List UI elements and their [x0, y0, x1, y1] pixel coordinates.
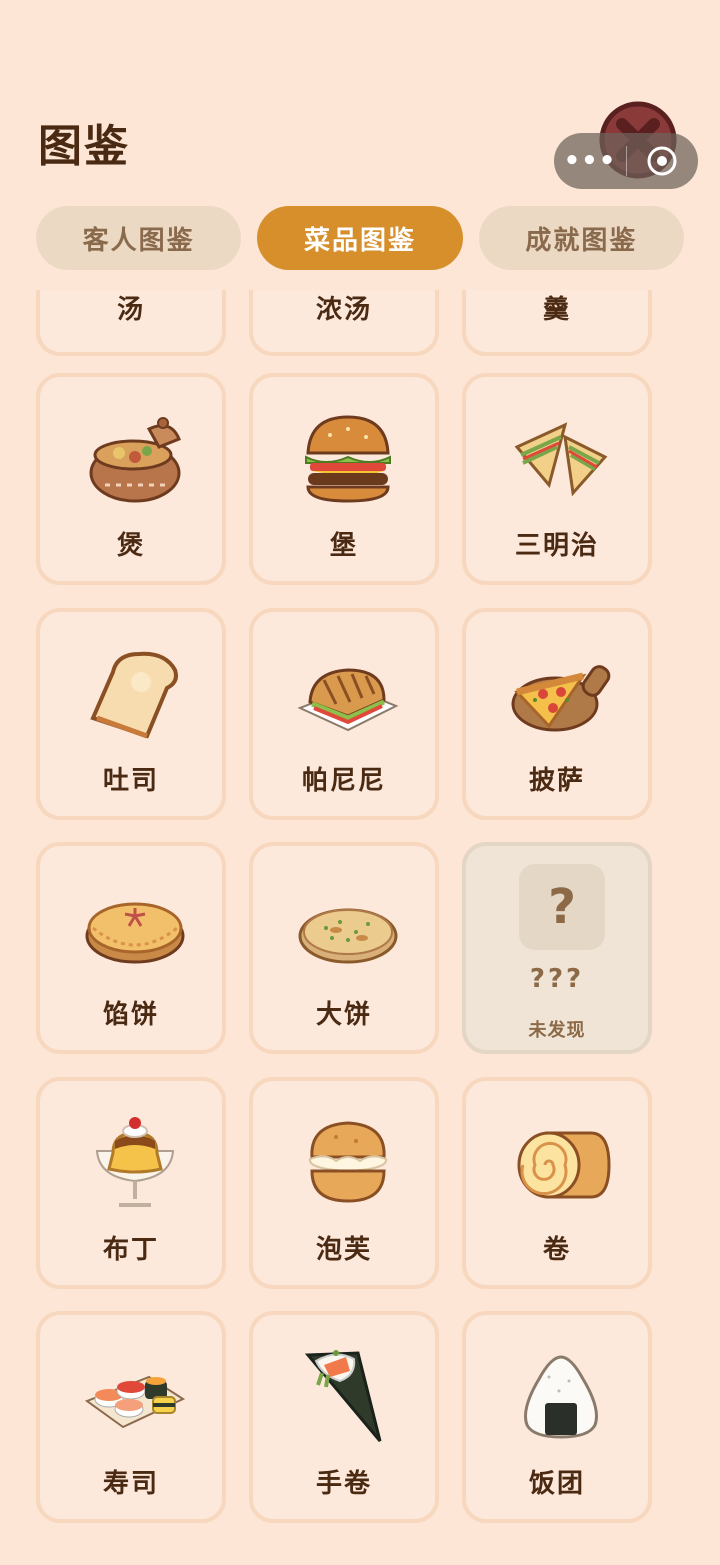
- dish-label: 手卷: [315, 1469, 372, 1499]
- dish-card[interactable]: 手卷: [249, 1311, 439, 1523]
- dish-label: 饭团: [528, 1469, 585, 1499]
- dish-card[interactable]: 煲: [36, 373, 226, 585]
- dish-label: 帕尼尼: [301, 766, 386, 796]
- question-icon: ?: [519, 864, 605, 950]
- dish-card[interactable]: 汤: [36, 290, 226, 356]
- tab-guests[interactable]: 客人图鉴: [36, 206, 242, 270]
- dish-card[interactable]: 馅饼: [36, 842, 226, 1054]
- dish-card[interactable]: 披萨: [462, 608, 652, 820]
- dish-card[interactable]: 三明治: [462, 373, 652, 585]
- dish-card[interactable]: 卷: [462, 1077, 652, 1289]
- clay-pot-icon: [89, 417, 181, 503]
- dish-label: 三明治: [514, 531, 599, 561]
- dish-label: 布丁: [102, 1235, 159, 1265]
- dish-label: 煲: [116, 531, 145, 561]
- dish-grid[interactable]: 汤 浓汤 羹 煲 堡 三明治 吐司 帕尼尼 披萨 馅饼 大饼 ? ??? 未发现…: [0, 290, 720, 1565]
- dish-label: 大饼: [315, 1000, 372, 1030]
- dish-label: 堡: [329, 531, 358, 561]
- dish-card[interactable]: 寿司: [36, 1311, 226, 1523]
- target-icon: [647, 146, 677, 176]
- sandwich-icon: [514, 422, 608, 497]
- category-tabs: 客人图鉴 菜品图鉴 成就图鉴: [36, 206, 684, 270]
- dish-card[interactable]: 羹: [462, 290, 652, 356]
- dish-label: 汤: [116, 295, 145, 325]
- dish-label: 卷: [542, 1235, 571, 1265]
- dish-card[interactable]: 泡芙: [249, 1077, 439, 1289]
- dish-card[interactable]: 大饼: [249, 842, 439, 1054]
- pudding-icon: [95, 1117, 175, 1207]
- tab-dishes[interactable]: 菜品图鉴: [257, 206, 463, 270]
- locked-dish-card[interactable]: ? ??? 未发现: [462, 842, 652, 1054]
- tab-achievements[interactable]: 成就图鉴: [478, 206, 684, 270]
- dish-label: 吐司: [102, 766, 159, 796]
- pizza-icon: [511, 665, 611, 732]
- dish-card[interactable]: 浓汤: [249, 290, 439, 356]
- burger-icon: [305, 415, 391, 503]
- flatbread-icon: [298, 908, 398, 964]
- dish-card[interactable]: 吐司: [36, 608, 226, 820]
- dish-card[interactable]: 帕尼尼: [249, 608, 439, 820]
- cream-puff-icon: [308, 1121, 388, 1203]
- page-title: 图鉴: [38, 121, 130, 172]
- header-bar: 图鉴 ••• 客人图鉴 菜品图鉴 成就图鉴: [0, 0, 720, 290]
- pie-icon: [85, 902, 185, 964]
- dish-card[interactable]: 堡: [249, 373, 439, 585]
- dish-card[interactable]: 饭团: [462, 1311, 652, 1523]
- exit-button[interactable]: [627, 145, 697, 177]
- hand-roll-icon: [304, 1350, 382, 1442]
- dish-label: 披萨: [528, 766, 585, 796]
- more-menu-button[interactable]: •••: [554, 146, 626, 176]
- dish-label: 羹: [542, 295, 571, 325]
- dish-label: 泡芙: [315, 1235, 372, 1265]
- dish-card[interactable]: 布丁: [36, 1077, 226, 1289]
- rice-ball-icon: [524, 1355, 598, 1439]
- sushi-icon: [84, 1375, 186, 1429]
- mini-program-capsule: •••: [554, 133, 698, 189]
- swiss-roll-icon: [517, 1131, 611, 1199]
- toast-icon: [90, 651, 178, 739]
- dish-label: 寿司: [102, 1469, 159, 1499]
- panini-icon: [297, 668, 399, 732]
- dish-label: 馅饼: [102, 1000, 159, 1030]
- dish-label: 浓汤: [315, 295, 372, 325]
- dish-label: ???: [529, 964, 585, 994]
- undiscovered-status: 未发现: [528, 1020, 586, 1041]
